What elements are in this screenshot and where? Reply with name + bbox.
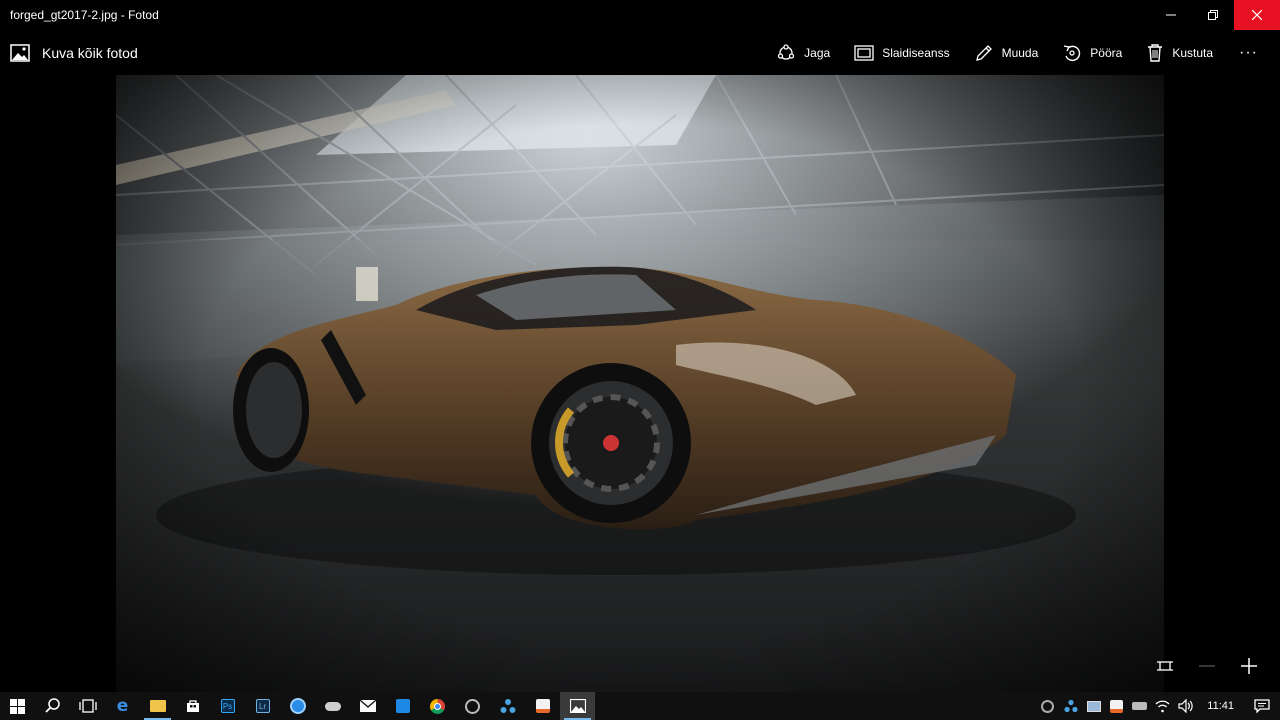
taskbar-edge[interactable]: e — [105, 692, 140, 720]
minimize-button[interactable] — [1150, 0, 1192, 30]
share-icon — [778, 43, 795, 60]
delete-button[interactable]: Kustuta — [1134, 30, 1225, 75]
tray-app-5[interactable] — [1128, 692, 1151, 720]
task-view-button[interactable] — [70, 692, 105, 720]
trash-icon — [1148, 43, 1163, 62]
zoom-out-button[interactable] — [1186, 652, 1228, 680]
photos-app-icon — [569, 699, 586, 713]
app-blue-circle-icon — [289, 698, 306, 714]
tray-app-2[interactable] — [1059, 692, 1082, 720]
start-button[interactable] — [0, 692, 35, 720]
zoom-in-button[interactable] — [1228, 652, 1270, 680]
view-all-photos-button[interactable]: Kuva kõik fotod — [0, 30, 138, 75]
tray-monitor-icon — [1086, 700, 1101, 712]
wifi-icon — [1155, 700, 1170, 712]
search-icon — [44, 698, 60, 713]
taskbar-app-store-blue[interactable] — [385, 692, 420, 720]
plus-icon — [1241, 658, 1257, 674]
restore-button[interactable] — [1192, 0, 1234, 30]
action-center-button[interactable] — [1244, 692, 1280, 720]
command-bar: Kuva kõik fotod Jaga Slaidiseanss Muuda … — [0, 30, 1280, 75]
share-label: Jaga — [804, 45, 831, 60]
taskbar-app-network[interactable] — [490, 692, 525, 720]
edit-button[interactable]: Muuda — [962, 30, 1051, 75]
taskbar-chrome[interactable] — [420, 692, 455, 720]
tray-orange-icon — [1110, 699, 1124, 713]
taskbar-file-explorer[interactable] — [140, 692, 175, 720]
task-view-icon — [78, 699, 97, 713]
store-icon — [186, 700, 199, 712]
tray-keyboard-icon — [1132, 702, 1148, 710]
folder-icon — [149, 700, 166, 712]
tray-circle-icon — [1041, 699, 1055, 713]
taskbar-store[interactable] — [175, 692, 210, 720]
tray-app-1[interactable] — [1036, 692, 1059, 720]
taskbar-photoshop[interactable]: Ps — [210, 692, 245, 720]
taskbar-lightroom[interactable]: Lr — [245, 692, 280, 720]
taskbar: e Ps Lr 11:41 — [0, 692, 1280, 720]
actual-size-button[interactable] — [1144, 652, 1186, 680]
app-orange-icon — [535, 699, 550, 713]
system-tray: 11:41 — [1036, 692, 1280, 720]
volume-icon — [1178, 699, 1193, 713]
photoshop-icon: Ps — [220, 699, 235, 713]
lightroom-icon: Lr — [255, 699, 270, 713]
chrome-icon — [430, 698, 445, 714]
tray-app-3[interactable] — [1082, 692, 1105, 720]
minus-icon — [1199, 665, 1215, 667]
close-icon — [1252, 10, 1262, 20]
edit-label: Muuda — [1001, 45, 1039, 60]
share-button[interactable]: Jaga — [764, 30, 842, 75]
pencil-icon — [975, 44, 992, 61]
restore-icon — [1208, 10, 1218, 20]
car-photo-illustration — [116, 75, 1164, 692]
photo-icon — [10, 43, 30, 62]
tray-app-4[interactable] — [1105, 692, 1128, 720]
taskbar-photos[interactable] — [560, 692, 595, 720]
wifi-button[interactable] — [1151, 692, 1174, 720]
taskbar-mail[interactable] — [350, 692, 385, 720]
image-viewer[interactable] — [0, 75, 1280, 692]
minimize-icon — [1166, 14, 1176, 16]
tray-network-share-icon — [1064, 699, 1078, 713]
edge-icon: e — [116, 696, 129, 716]
rotate-button[interactable]: Pööra — [1050, 30, 1134, 75]
slideshow-icon — [854, 44, 874, 61]
gamepad-icon — [324, 701, 341, 711]
windows-icon — [10, 698, 25, 714]
volume-button[interactable] — [1174, 692, 1197, 720]
slideshow-button[interactable]: Slaidiseanss — [842, 30, 961, 75]
notification-icon — [1254, 699, 1270, 713]
app-grey-circle-icon — [465, 698, 480, 714]
rotate-icon — [1064, 44, 1081, 61]
taskbar-app-grey[interactable] — [455, 692, 490, 720]
rotate-label: Pööra — [1090, 45, 1123, 60]
taskbar-clock[interactable]: 11:41 — [1197, 700, 1244, 712]
title-bar: forged_gt2017-2.jpg - Fotod — [0, 0, 1280, 30]
more-options-button[interactable]: ··· — [1225, 30, 1272, 75]
network-share-icon — [500, 699, 515, 713]
slideshow-label: Slaidiseanss — [882, 45, 950, 60]
close-button[interactable] — [1234, 0, 1280, 30]
delete-label: Kustuta — [1172, 45, 1214, 60]
mail-icon — [359, 700, 376, 712]
window-title: forged_gt2017-2.jpg - Fotod — [10, 8, 159, 22]
search-button[interactable] — [35, 692, 70, 720]
taskbar-app-orange[interactable] — [525, 692, 560, 720]
app-blue-square-icon — [395, 699, 410, 713]
displayed-photo — [116, 75, 1164, 692]
fit-screen-icon — [1157, 661, 1173, 671]
zoom-controls — [1144, 652, 1270, 680]
view-all-photos-label: Kuva kõik fotod — [42, 44, 138, 61]
taskbar-app-blue[interactable] — [280, 692, 315, 720]
taskbar-app-gamepad[interactable] — [315, 692, 350, 720]
